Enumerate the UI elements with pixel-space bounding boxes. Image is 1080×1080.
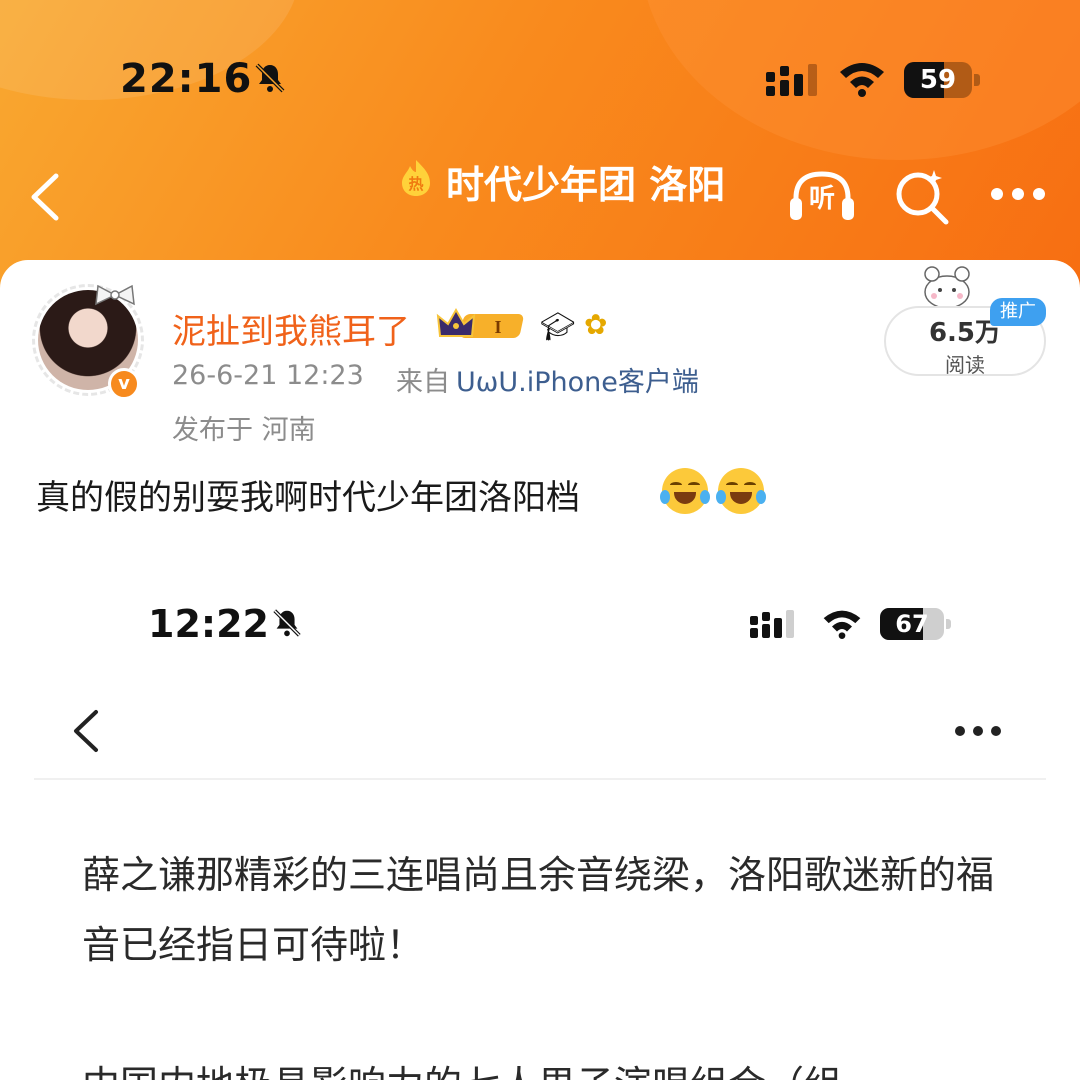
username[interactable]: 泥扯到我熊耳了 [172,304,410,353]
listen-button[interactable]: 听 [788,168,856,224]
embedded-battery-indicator: 67 [880,608,952,640]
embedded-back-icon [74,710,98,752]
crown-level-badge-icon[interactable]: I [436,306,532,344]
battery-indicator: 59 [904,62,980,98]
post-location: 发布于 河南 [172,415,316,446]
post-time: 26-6-21 12:23 [172,360,364,391]
embedded-more-icon [955,726,1001,736]
embedded-paragraph: 薛之谦那精彩的三连唱尚且余音绕梁，洛阳歌迷新的福音已经指日可待啦！ [82,853,995,967]
level-badge-text: I [494,317,501,337]
embedded-paragraph: 中国内地极具影响力的七人男子演唱组合（组 [82,1050,1080,1080]
wifi-icon [840,63,884,97]
embedded-status-time: 12:22 [148,602,269,646]
post-source[interactable]: ᑌωᑌ.iPhone客户端 [456,360,699,399]
mascot-sticker-icon [924,266,970,308]
post-card: v 泥扯到我熊耳了 I 🎓︎ ✿ 26-6-21 12:23 来自 ᑌωᑌ.iP… [0,260,1080,1080]
embedded-wifi-icon [823,610,861,639]
top-header: 22:16 59 热 时代少年团 洛阳 听 [0,0,1080,300]
laugh-cry-emoji-icon [660,468,710,514]
more-options-icon[interactable] [990,186,1046,202]
bow-decoration-icon [95,284,135,306]
page-title: 时代少年团 洛阳 [446,163,726,207]
embedded-screenshot-image[interactable]: 12:22 67 薛之谦那精彩的三连唱尚且余音绕梁，洛阳歌迷新的福音已经指日可待… [34,560,1046,1080]
post-text: 真的假的别耍我啊时代少年团洛阳档 [36,478,580,518]
status-time: 22:16 [120,56,253,102]
avatar[interactable]: v [32,284,144,400]
embedded-bell-muted-icon [273,609,301,637]
bell-muted-icon [255,63,285,93]
verified-badge-icon: v [108,368,140,400]
hot-badge-text: 热 [408,175,423,193]
source-prefix: 来自 [396,367,450,398]
laugh-cry-emoji-icon [716,468,766,514]
promo-tag: 推广 [990,298,1046,326]
embedded-signal-icon [750,610,794,638]
battery-percent: 59 [919,65,957,95]
read-label: 阅读 [945,353,985,377]
embedded-battery-percent: 67 [895,610,929,638]
embedded-divider [34,778,1046,780]
sunflower-icon: ✿ [584,308,608,341]
listen-label: 听 [808,184,835,214]
battery-tip [974,74,980,86]
graduation-cap-icon: 🎓︎ [540,310,576,343]
back-icon[interactable] [24,170,68,224]
search-icon[interactable] [892,166,952,226]
hot-topic-icon: 热 [402,160,430,196]
cellular-signal-icon [766,64,817,96]
